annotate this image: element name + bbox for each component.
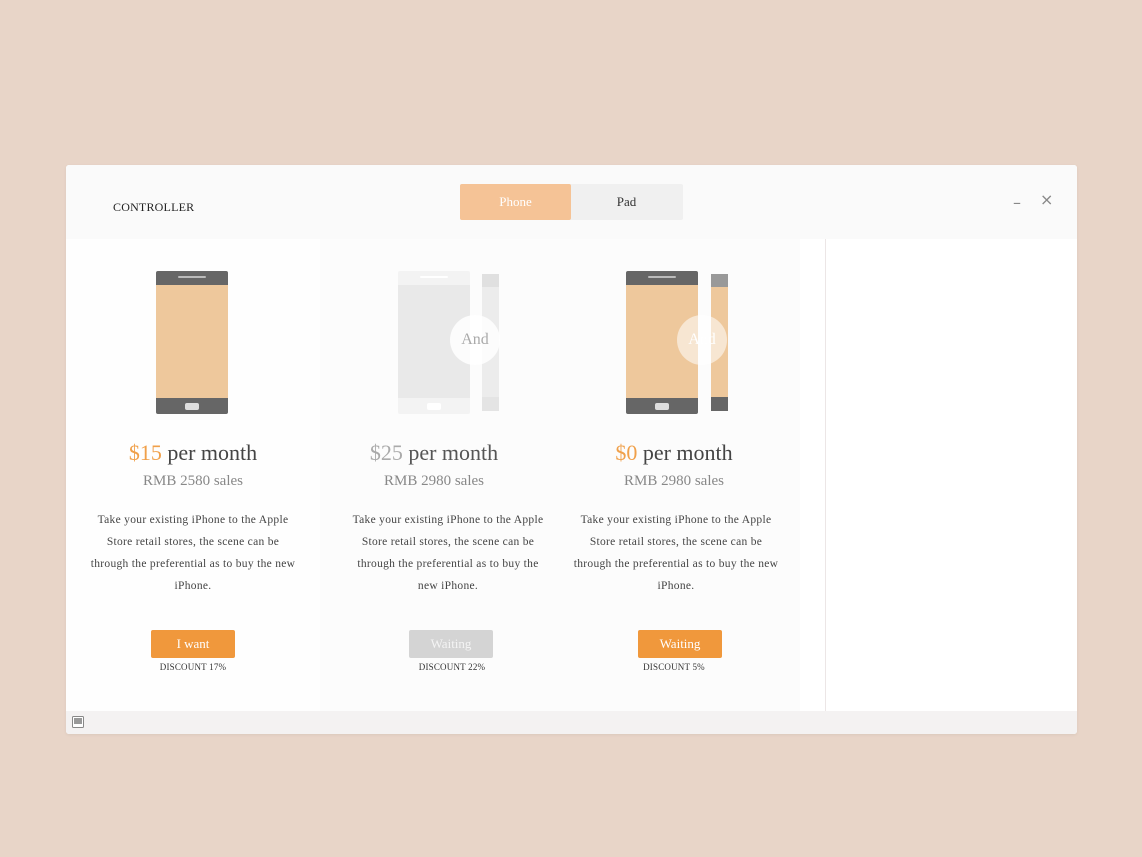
device-tabs: Phone Pad bbox=[460, 184, 683, 220]
plan-sales: RMB 2980 sales bbox=[623, 473, 724, 489]
price-suffix: per month bbox=[167, 440, 258, 465]
waiting-button[interactable]: Waiting bbox=[638, 630, 722, 658]
price-amount: $15 bbox=[128, 440, 162, 465]
plan-sales: RMB 2580 sales bbox=[142, 473, 243, 489]
plan-price: $0 per month bbox=[548, 440, 800, 466]
and-connector: And bbox=[450, 315, 500, 365]
and-connector: And bbox=[677, 315, 727, 365]
panel-icon[interactable] bbox=[72, 716, 84, 728]
tab-phone[interactable]: Phone bbox=[460, 184, 571, 220]
plan-discount: DISCOUNT 5% bbox=[643, 662, 705, 672]
minimize-button[interactable]: – bbox=[1013, 195, 1021, 211]
phone-icon bbox=[156, 271, 228, 414]
close-button[interactable]: × bbox=[1040, 192, 1053, 208]
detail-pane bbox=[826, 239, 1077, 711]
tab-pad[interactable]: Pad bbox=[571, 184, 682, 220]
plan-card-3: And $0 per month RMB 2980 sales Take you… bbox=[548, 239, 800, 711]
plan-description: Take your existing iPhone to the Apple S… bbox=[573, 514, 779, 592]
waiting-button-disabled[interactable]: Waiting bbox=[409, 630, 493, 658]
plan-card-1: $15 per month RMB 2580 sales Take your e… bbox=[66, 239, 320, 711]
plan-card-2: And $25 per month RMB 2980 sales Take yo… bbox=[320, 239, 548, 711]
plan-sales: RMB 2980 sales bbox=[383, 473, 484, 489]
price-amount: $25 bbox=[369, 440, 403, 465]
i-want-button[interactable]: I want bbox=[151, 630, 235, 658]
price-amount: $0 bbox=[615, 440, 638, 465]
plan-description: Take your existing iPhone to the Apple S… bbox=[352, 514, 544, 592]
title-bar: CONTROLLER Phone Pad – × bbox=[66, 165, 1077, 239]
plan-discount: DISCOUNT 22% bbox=[418, 662, 486, 672]
controller-window: CONTROLLER Phone Pad – × $15 per month R… bbox=[66, 165, 1077, 734]
app-title: CONTROLLER bbox=[113, 200, 195, 214]
plans-area: $15 per month RMB 2580 sales Take your e… bbox=[66, 239, 1077, 711]
price-suffix: per month bbox=[642, 440, 733, 465]
plan-price: $25 per month bbox=[320, 440, 548, 466]
plan-description: Take your existing iPhone to the Apple S… bbox=[90, 514, 296, 592]
plan-discount: DISCOUNT 17% bbox=[159, 662, 227, 672]
plan-price: $15 per month bbox=[66, 440, 320, 466]
status-bar bbox=[66, 711, 1077, 734]
price-suffix: per month bbox=[408, 440, 499, 465]
